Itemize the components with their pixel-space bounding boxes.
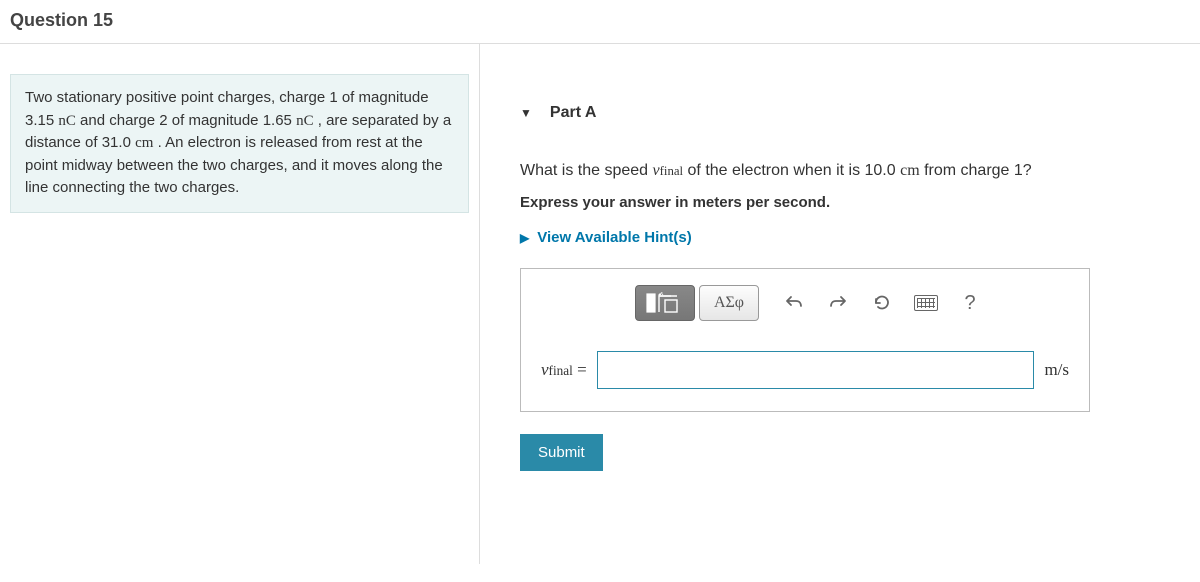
q-mid: of the electron when it is 10.0 (683, 162, 900, 179)
math-templates-button[interactable]: x (635, 285, 695, 321)
answer-lhs: vfinal = (537, 360, 587, 380)
hints-label: View Available Hint(s) (537, 229, 692, 246)
keyboard-button[interactable] (907, 285, 945, 321)
equation-toolbar: x ΑΣφ ? (537, 285, 1073, 321)
keyboard-icon (914, 295, 938, 311)
greek-label: ΑΣφ (714, 294, 744, 312)
unit-nc-2: nC (296, 113, 314, 129)
unit-nc-1: nC (58, 113, 76, 129)
greek-symbols-button[interactable]: ΑΣφ (699, 285, 759, 321)
collapse-triangle-icon: ▼ (520, 106, 532, 120)
question-title: Question 15 (10, 10, 1190, 31)
part-header[interactable]: ▼ Part A (520, 104, 1200, 122)
question-header: Question 15 (0, 0, 1200, 44)
expand-triangle-icon: ▶ (520, 231, 529, 245)
answer-input-row: vfinal = m/s (537, 351, 1073, 389)
help-label: ? (964, 292, 975, 315)
answer-instruction: Express your answer in meters per second… (520, 194, 1200, 211)
answer-unit: m/s (1044, 360, 1073, 380)
redo-button[interactable] (819, 285, 857, 321)
answer-area: x ΑΣφ ? (520, 268, 1090, 412)
problem-text: and charge 2 of magnitude 1.65 (76, 112, 296, 129)
submit-label: Submit (538, 444, 585, 461)
undo-button[interactable] (775, 285, 813, 321)
q-pre: What is the speed (520, 162, 653, 179)
submit-button[interactable]: Submit (520, 434, 603, 471)
view-hints-button[interactable]: ▶ View Available Hint(s) (520, 229, 1200, 246)
q-sub: final (660, 164, 683, 178)
content-area: Two stationary positive point charges, c… (0, 44, 1200, 564)
answer-column: ▼ Part A What is the speed vfinal of the… (480, 44, 1200, 564)
problem-column: Two stationary positive point charges, c… (0, 44, 480, 564)
lhs-sub: final (549, 363, 573, 378)
reset-button[interactable] (863, 285, 901, 321)
unit-cm-1: cm (135, 135, 153, 151)
question-text: What is the speed vfinal of the electron… (520, 162, 1200, 180)
lhs-eq: = (573, 360, 587, 379)
part-label: Part A (550, 104, 597, 122)
q-post: from charge 1? (920, 162, 1032, 179)
q-unit: cm (900, 162, 920, 179)
problem-statement: Two stationary positive point charges, c… (10, 74, 469, 213)
q-var: v (653, 162, 660, 179)
help-button[interactable]: ? (951, 285, 989, 321)
lhs-var: v (541, 360, 549, 379)
svg-text:x: x (660, 292, 664, 297)
answer-input[interactable] (597, 351, 1035, 389)
